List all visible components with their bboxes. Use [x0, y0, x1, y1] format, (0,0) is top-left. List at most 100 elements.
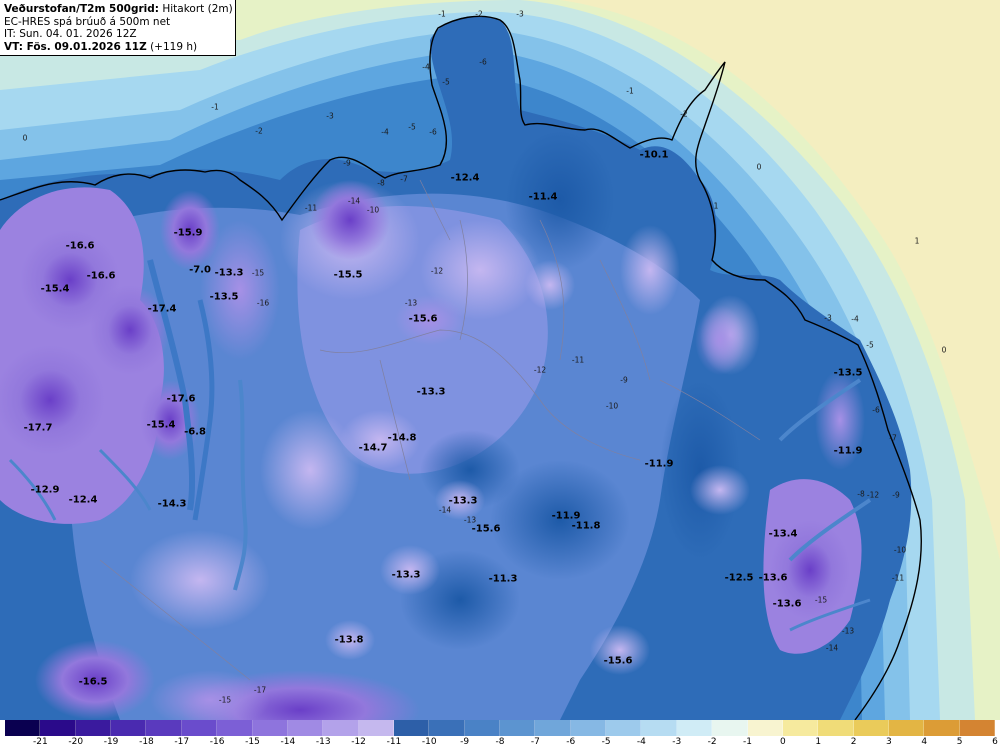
temperature-value-label: -15.6 [603, 655, 633, 667]
legend-tick-label: -6 [566, 737, 576, 747]
temperature-value-label: -11.4 [528, 191, 558, 203]
temperature-value-label: -12.9 [30, 484, 60, 496]
legend-tick-label: -7 [530, 737, 540, 747]
legend-swatch [146, 720, 182, 736]
contour-label: -1 [438, 9, 446, 19]
legend-swatch [818, 720, 854, 736]
contour-label: -14 [825, 643, 839, 653]
legend-tick-label: 1 [815, 737, 822, 747]
contour-label: -1 [626, 86, 634, 96]
map-canvas [0, 0, 1000, 720]
contour-label: -5 [408, 122, 416, 132]
temperature-value-label: -13.3 [214, 267, 244, 279]
legend-swatch [181, 720, 218, 736]
contour-label: -10 [893, 545, 907, 555]
legend-swatch [747, 720, 783, 736]
contour-label: -9 [892, 490, 900, 500]
legend-tick-label: -16 [209, 737, 225, 747]
initial-time: IT: Sun. 04. 01. 2026 12Z [4, 28, 137, 40]
legend-tick-label: -17 [174, 737, 190, 747]
legend-swatch [464, 720, 501, 736]
contour-label: -6 [872, 405, 880, 415]
legend-swatch [641, 720, 677, 736]
legend-swatch [111, 720, 147, 736]
contour-label: -12 [533, 365, 547, 375]
legend-swatch [782, 720, 819, 736]
legend-swatch [500, 720, 536, 736]
legend-tick-label: -11 [386, 737, 402, 747]
legend-tick-label: -3 [672, 737, 682, 747]
contour-label: -15 [251, 268, 265, 278]
legend-swatch [40, 720, 76, 736]
legend-tick-label: 5 [956, 737, 963, 747]
legend-swatch [959, 720, 996, 736]
contour-label: -14 [438, 505, 452, 515]
map-title-rest: Hitakort (2m) [162, 3, 233, 15]
contour-label: -3 [326, 111, 334, 121]
temperature-value-label: -14.8 [387, 432, 417, 444]
contour-label: -10 [366, 205, 380, 215]
contour-label: -11 [304, 203, 318, 213]
temperature-value-label: -13.4 [768, 528, 798, 540]
contour-label: -13 [404, 298, 418, 308]
temperature-value-label: -12.5 [724, 572, 754, 584]
contour-label: -3 [516, 9, 524, 19]
temperature-value-label: -16.6 [86, 270, 116, 282]
contour-label: -13 [463, 515, 477, 525]
temperature-map[interactable]: -16.6 -15.9 -13.3 -16.6 -15.4 -17.4 -13.5 -7.0-… [0, 0, 1000, 748]
temperature-value-label: -16.6 [65, 240, 95, 252]
legend-tick-label: -9 [460, 737, 470, 747]
forecast-hour: (+119 h) [150, 40, 198, 53]
contour-label: -4 [422, 62, 430, 72]
temperature-value-label: -12.4 [68, 494, 98, 506]
legend-swatch [888, 720, 925, 736]
legend-swatch [712, 720, 748, 736]
temperature-value-label: -17.4 [147, 303, 177, 315]
map-title-bold: Veðurstofan/T2m 500grid: [4, 3, 159, 15]
legend-tick-label: -5 [601, 737, 611, 747]
legend-tick-label: -21 [32, 737, 48, 747]
legend-swatch [252, 720, 288, 736]
temperature-value-label: -10.1 [639, 149, 669, 161]
contour-label: -7 [889, 433, 897, 443]
temperature-value-label: -17.6 [166, 393, 196, 405]
contour-label: -16 [256, 298, 270, 308]
temperature-value-label: -13.3 [391, 569, 421, 581]
contour-label: -8 [377, 178, 385, 188]
temperature-value-label: -15.5 [333, 269, 363, 281]
temperature-value-label: -13.3 [416, 386, 446, 398]
temperature-value-label: -13.6 [758, 572, 788, 584]
legend-swatch [358, 720, 394, 736]
contour-label: -2 [475, 9, 483, 19]
legend-tick-label: 6 [992, 737, 998, 747]
legend-swatch [676, 720, 713, 736]
temperature-value-label: -6.8 [184, 426, 206, 438]
temperature-value-label: -11.8 [571, 520, 601, 532]
temperature-value-label: -14.3 [157, 498, 187, 510]
temperature-value-label: -15.4 [146, 419, 176, 431]
legend-swatch [75, 720, 112, 736]
legend-swatch [606, 720, 642, 736]
legend-tick-label: -20 [68, 737, 84, 747]
contour-label: -2 [680, 109, 688, 119]
temperature-value-label: -13.3 [448, 495, 478, 507]
temperature-value-label: -12.4 [450, 172, 480, 184]
contour-label: -11 [891, 573, 905, 583]
temperature-value-label: -15.6 [471, 523, 501, 535]
temperature-value-label: -7.0 [189, 264, 211, 276]
map-info-box: Veðurstofan/T2m 500grid: Hitakort (2m) E… [0, 0, 236, 56]
temperature-value-label: -15.9 [173, 227, 203, 239]
contour-label: 1 [713, 201, 719, 211]
contour-label: -17 [253, 685, 267, 695]
map-title: Veðurstofan/T2m 500grid: Hitakort (2m) [4, 3, 233, 16]
legend-tick-label: -4 [636, 737, 646, 747]
contour-label: -15 [814, 595, 828, 605]
contour-label: -1 [211, 102, 219, 112]
legend-swatch [853, 720, 889, 736]
temperature-value-label: -13.5 [209, 291, 239, 303]
color-legend: -21 -20 -19 -18 -17 -16 -15 -14 -13 -12 -11 -10 -9 -8… [0, 720, 1000, 748]
temperature-value-label: -14.7 [358, 442, 388, 454]
contour-label: -7 [400, 174, 408, 184]
contour-label: -6 [429, 127, 437, 137]
valid-time-bold: VT: Fös. 09.01.2026 11Z [4, 40, 147, 53]
